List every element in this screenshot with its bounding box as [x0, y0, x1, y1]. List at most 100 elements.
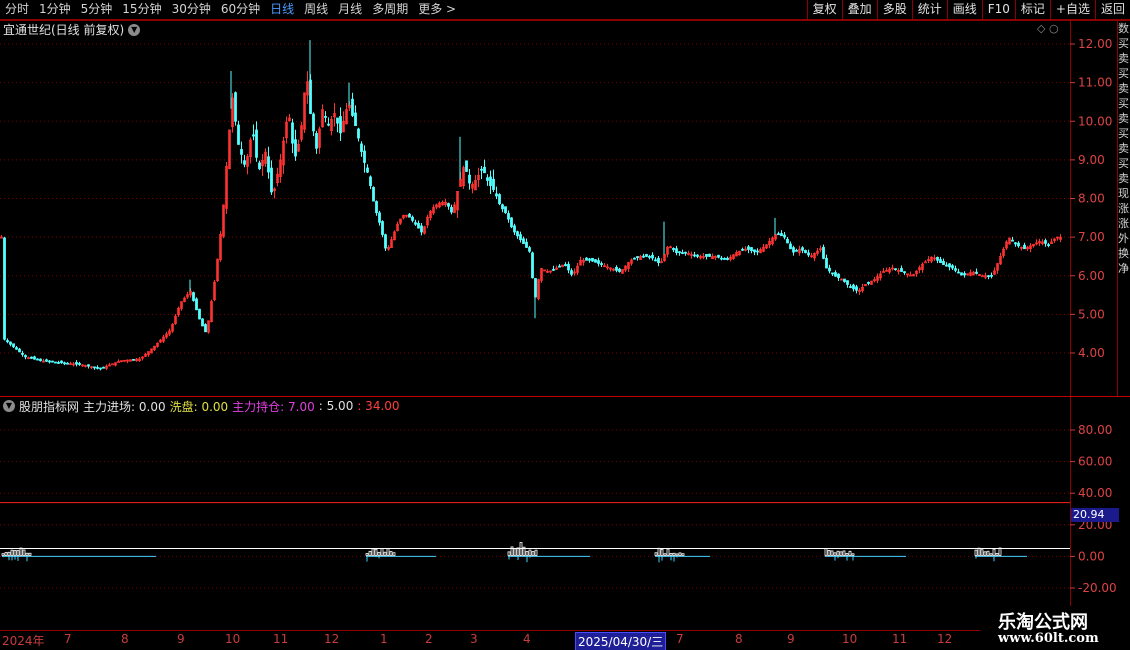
candle-body [441, 201, 444, 206]
indicator-bar [830, 550, 834, 556]
candle-body [258, 162, 261, 170]
toolbar-button-8[interactable]: 返回 [1094, 0, 1130, 20]
period-tab-2[interactable]: 5分钟 [76, 0, 118, 20]
candle-body [888, 268, 891, 273]
period-tab-9[interactable]: 多周期 [367, 0, 413, 20]
candle-body [474, 180, 477, 191]
date-tick-6: 12 [324, 632, 340, 646]
period-tab-10[interactable]: 更多 > [413, 0, 461, 20]
indicator-tick-1: 60.00 [1078, 455, 1112, 469]
date-tick-0: 2024年 [2, 634, 45, 648]
candle-body [921, 263, 924, 270]
diamond-icon[interactable]: ◇ ○ [1037, 22, 1059, 35]
candle-body [1011, 239, 1014, 242]
side-label-16: 净 [1118, 262, 1129, 275]
price-tick-5: 7.00 [1078, 230, 1105, 244]
candle-body [231, 97, 234, 128]
candle-body [549, 270, 552, 273]
candle-body [1044, 240, 1047, 244]
candle-body [198, 308, 201, 320]
candle-body [996, 263, 999, 271]
candle-body [795, 249, 798, 252]
toolbar-button-3[interactable]: 统计 [911, 0, 947, 20]
candle-body [342, 120, 345, 133]
toolbar-button-1[interactable]: 叠加 [841, 0, 877, 20]
candle-body [684, 251, 687, 254]
period-tab-0[interactable]: 分时 [0, 0, 34, 20]
watermark: 乐淘公式网 www.60lt.com [980, 606, 1130, 650]
candle-body [723, 258, 726, 260]
candle-body [96, 367, 99, 369]
indicator-bar [371, 548, 375, 556]
candle-body [201, 318, 204, 327]
indicator-bar [995, 552, 999, 556]
candle-body [636, 256, 639, 258]
candle-body [177, 307, 180, 316]
toolbar-button-6[interactable]: 标记 [1014, 0, 1050, 20]
period-tab-5[interactable]: 60分钟 [216, 0, 265, 20]
candle-body [576, 265, 579, 273]
toolbar-button-4[interactable]: 画线 [946, 0, 982, 20]
candle-body [465, 160, 468, 172]
period-tab-7[interactable]: 周线 [299, 0, 333, 20]
candle-body [567, 263, 570, 271]
candle-body [30, 356, 33, 359]
candle-body [621, 269, 624, 274]
candle-body [1020, 246, 1023, 249]
indicator-bar [7, 551, 11, 556]
side-label-2: 卖 [1118, 52, 1129, 65]
kline-chart[interactable]: 12.0011.0010.009.008.007.006.005.004.00 … [0, 0, 1130, 650]
indicator-name[interactable]: 股朋指标网 [19, 398, 79, 415]
candle-body [507, 213, 510, 220]
indicator-bar [19, 547, 23, 556]
candle-body [552, 268, 555, 271]
candle-body [99, 367, 102, 370]
chevron-down-icon[interactable]: ▼ [3, 400, 15, 412]
candle-body [1032, 243, 1035, 247]
candle-body [429, 210, 432, 218]
date-tick-14: 8 [735, 632, 743, 646]
toolbar-button-5[interactable]: F10 [981, 0, 1015, 20]
period-tab-8[interactable]: 月线 [333, 0, 367, 20]
candle-body [879, 273, 882, 279]
candle-body [666, 246, 669, 255]
candle-body [873, 279, 876, 282]
candle-body [108, 364, 111, 367]
candle-body [594, 259, 597, 263]
candle-body [45, 359, 48, 362]
toolbar-button-7[interactable]: +自选 [1049, 0, 1095, 20]
candle-body [681, 252, 684, 254]
candle-body [129, 359, 132, 362]
candle-body [1038, 241, 1041, 244]
candle-body [159, 339, 162, 343]
candle-body [219, 233, 222, 260]
period-tab-1[interactable]: 1分钟 [34, 0, 76, 20]
candle-body [126, 359, 129, 362]
candle-body [321, 109, 324, 128]
candle-body [876, 276, 879, 281]
candle-body [678, 251, 681, 254]
candle-body [171, 324, 174, 332]
candle-body [408, 213, 411, 218]
candle-body [180, 301, 183, 309]
candle-body [606, 266, 609, 269]
period-tab-6[interactable]: 日线 [265, 0, 299, 20]
date-axis: 2024年789101112123467891011122025/04/30/三 [0, 630, 980, 650]
chevron-down-icon[interactable]: ▼ [128, 23, 141, 36]
toolbar-button-2[interactable]: 多股 [876, 0, 912, 20]
period-tab-3[interactable]: 15分钟 [117, 0, 166, 20]
candle-body [78, 363, 81, 365]
candle-body [735, 252, 738, 257]
candle-body [207, 320, 210, 333]
candle-body [144, 353, 147, 357]
candle-body [642, 255, 645, 258]
candle-body [204, 324, 207, 333]
indicator-bar [851, 553, 855, 556]
candle-body [477, 174, 480, 181]
toolbar-button-0[interactable]: 复权 [806, 0, 842, 20]
candle-body [393, 231, 396, 241]
period-tab-4[interactable]: 30分钟 [167, 0, 216, 20]
candle-body [228, 129, 231, 170]
candle-body [1014, 242, 1017, 245]
candle-body [732, 254, 735, 259]
